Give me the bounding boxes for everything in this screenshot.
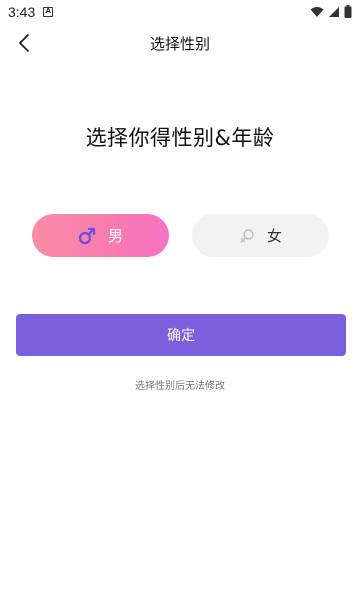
page-title: 选择性别 (149, 34, 210, 53)
gender-select-screen: 3:43 A 选择性别 选择你得性别&年龄 男 女 确定 选择性别后无法修改 (0, 0, 360, 600)
male-option-button[interactable]: 男 (32, 214, 169, 257)
chevron-left-icon (19, 34, 29, 52)
female-option-label: 女 (266, 227, 282, 245)
signal-icon (328, 6, 340, 22)
hint-text: 选择性别后无法修改 (135, 381, 225, 392)
wifi-icon (310, 6, 324, 22)
status-time: 3:43 (8, 4, 36, 20)
title-bar: 选择性别 (0, 28, 360, 58)
female-symbol-icon (239, 228, 255, 244)
male-symbol-icon (78, 227, 96, 245)
male-option-label: 男 (107, 227, 123, 245)
battery-icon (344, 5, 352, 22)
status-indicators (310, 5, 352, 22)
female-option-button[interactable]: 女 (192, 214, 329, 257)
notification-a-icon: A (43, 7, 54, 17)
status-bar: 3:43 A (0, 0, 360, 24)
back-button[interactable] (12, 31, 36, 55)
confirm-button[interactable]: 确定 (16, 314, 346, 356)
headline: 选择你得性别&年龄 (85, 126, 275, 150)
